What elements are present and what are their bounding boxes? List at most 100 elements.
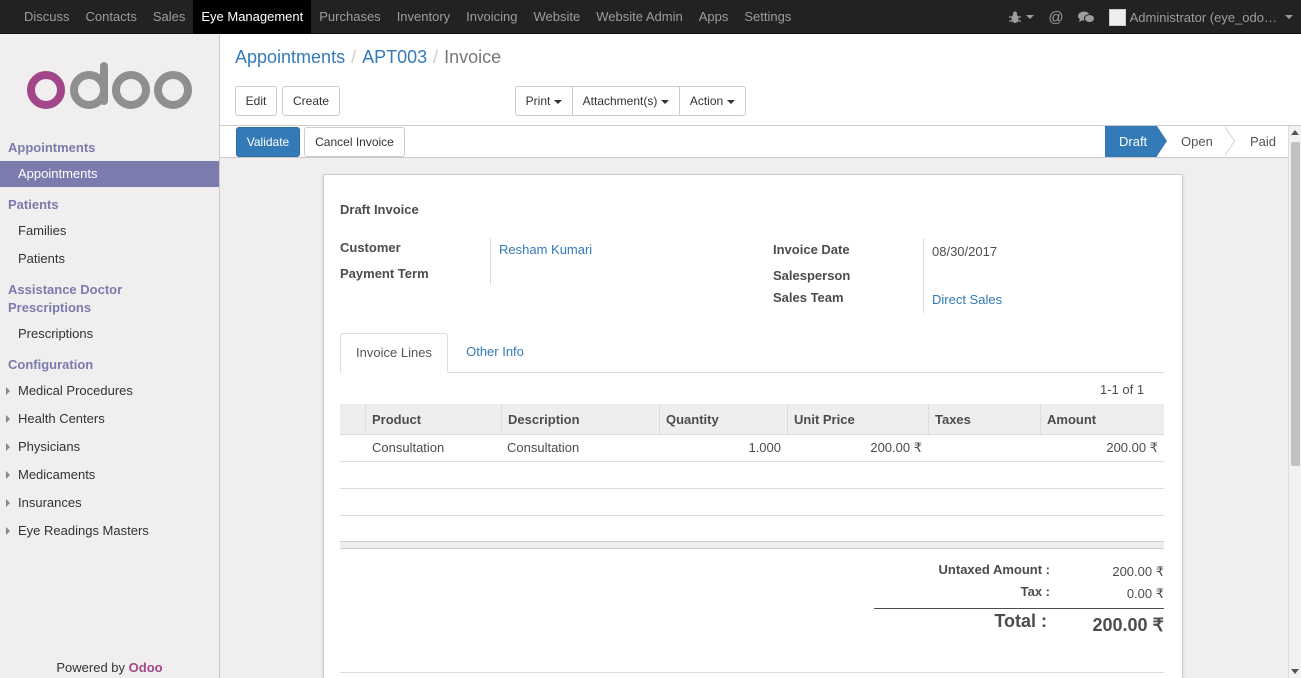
statusbar: Validate Cancel Invoice Draft Open Paid bbox=[220, 126, 1288, 158]
payment-term-label: Payment Term bbox=[340, 266, 429, 281]
payment-term-field[interactable] bbox=[499, 266, 749, 284]
stage-draft[interactable]: Draft bbox=[1105, 126, 1167, 157]
stage-label: Open bbox=[1181, 134, 1213, 149]
sales-team-field[interactable]: Direct Sales bbox=[932, 292, 1002, 307]
menu-website-admin[interactable]: Website Admin bbox=[588, 0, 690, 34]
menu-purchases[interactable]: Purchases bbox=[311, 0, 388, 34]
sidebar-item-appointments[interactable]: Appointments bbox=[0, 161, 219, 187]
menu-sales[interactable]: Sales bbox=[145, 0, 194, 34]
tab-other-info[interactable]: Other Info bbox=[448, 333, 542, 373]
tax-label: Tax : bbox=[1020, 584, 1050, 599]
action-dropdown[interactable]: Action bbox=[679, 86, 746, 116]
cancel-invoice-button[interactable]: Cancel Invoice bbox=[304, 127, 405, 157]
sidebar-item-health-centers[interactable]: Health Centers bbox=[0, 406, 219, 432]
customer-field[interactable]: Resham Kumari bbox=[499, 242, 592, 257]
breadcrumb-appointments[interactable]: Appointments bbox=[235, 47, 345, 68]
menu-inventory[interactable]: Inventory bbox=[389, 0, 458, 34]
scroll-up-icon[interactable] bbox=[1291, 130, 1299, 135]
cell-unit-price: 200.00 ₹ bbox=[870, 440, 922, 455]
status-pipeline: Draft Open Paid bbox=[1105, 126, 1288, 157]
menu-contacts[interactable]: Contacts bbox=[78, 0, 145, 34]
menu-website[interactable]: Website bbox=[525, 0, 588, 34]
cell-amount: 200.00 ₹ bbox=[1106, 440, 1158, 455]
attachments-label: Attachment(s) bbox=[582, 94, 658, 108]
scroll-thumb[interactable] bbox=[1291, 142, 1300, 466]
control-panel: Appointments / APT003 / Invoice Edit Cre… bbox=[220, 34, 1301, 126]
expand-triangle-icon bbox=[6, 527, 10, 535]
bottom-divider bbox=[340, 672, 1164, 673]
sidebar-item-eye-readings-masters[interactable]: Eye Readings Masters bbox=[0, 518, 219, 544]
cell-description: Consultation bbox=[507, 440, 580, 455]
validate-button[interactable]: Validate bbox=[236, 127, 300, 157]
menu-apps[interactable]: Apps bbox=[691, 0, 737, 34]
sales-team-label: Sales Team bbox=[773, 290, 844, 305]
sidebar-item-medical-procedures[interactable]: Medical Procedures bbox=[0, 378, 219, 404]
odoo-logo[interactable] bbox=[26, 62, 196, 118]
sidebar-section-patients: Patients bbox=[8, 197, 59, 212]
menu-discuss[interactable]: Discuss bbox=[16, 0, 78, 34]
chat-bubbles-icon[interactable] bbox=[1077, 11, 1095, 24]
sidebar-item-label: Insurances bbox=[18, 495, 82, 510]
menu-settings[interactable]: Settings bbox=[736, 0, 799, 34]
salesperson-label: Salesperson bbox=[773, 268, 851, 283]
total-label: Total : bbox=[994, 611, 1047, 631]
breadcrumb-separator: / bbox=[351, 47, 357, 67]
col-product[interactable]: Product bbox=[365, 404, 501, 435]
lines-table-header: Product Description Quantity Unit Price … bbox=[340, 404, 1164, 435]
sidebar-item-medicaments[interactable]: Medicaments bbox=[0, 462, 219, 488]
customer-label: Customer bbox=[340, 240, 401, 255]
table-row[interactable]: Consultation Consultation 1.000 200.00 ₹… bbox=[340, 435, 1164, 461]
col-taxes[interactable]: Taxes bbox=[928, 404, 1040, 435]
top-navbar: Discuss Contacts Sales Eye Management Pu… bbox=[0, 0, 1301, 34]
pager: 1-1 of 1 bbox=[1100, 382, 1145, 397]
sidebar-item-patients[interactable]: Patients bbox=[0, 246, 219, 272]
print-dropdown[interactable]: Print bbox=[515, 86, 573, 116]
cell-quantity: 1.000 bbox=[748, 440, 781, 455]
edit-button[interactable]: Edit bbox=[235, 86, 277, 116]
stage-open[interactable]: Open bbox=[1157, 126, 1235, 157]
field-divider bbox=[490, 238, 491, 285]
breadcrumb-record[interactable]: APT003 bbox=[362, 47, 427, 68]
sidebar-section-prescriptions: Assistance Doctor Prescriptions bbox=[8, 282, 123, 315]
menu-eye-management[interactable]: Eye Management bbox=[193, 0, 312, 34]
topbar-right: @ Administrator (eye_odo… bbox=[1009, 0, 1301, 34]
row-divider bbox=[340, 515, 1164, 516]
user-menu[interactable]: Administrator (eye_odo… bbox=[1108, 8, 1293, 26]
debug-bug-icon[interactable] bbox=[1009, 11, 1035, 24]
col-unit-price[interactable]: Unit Price bbox=[787, 404, 928, 435]
col-amount[interactable]: Amount bbox=[1040, 404, 1164, 435]
chevron-down-icon bbox=[1026, 15, 1035, 19]
mention-at-icon[interactable]: @ bbox=[1048, 9, 1063, 26]
untaxed-amount-value: 200.00 ₹ bbox=[1112, 564, 1164, 579]
create-button[interactable]: Create bbox=[282, 86, 340, 116]
sidebar-item-prescriptions[interactable]: Prescriptions bbox=[0, 321, 219, 347]
cell-product: Consultation bbox=[372, 440, 445, 455]
powered-by: Powered by Odoo bbox=[0, 660, 219, 675]
row-divider bbox=[340, 461, 1164, 462]
print-label: Print bbox=[525, 94, 551, 108]
sidebar-item-label: Medicaments bbox=[18, 467, 96, 482]
app-menu: Discuss Contacts Sales Eye Management Pu… bbox=[16, 0, 799, 34]
powered-by-odoo-link[interactable]: Odoo bbox=[129, 660, 163, 675]
menu-invoicing[interactable]: Invoicing bbox=[458, 0, 525, 34]
expand-triangle-icon bbox=[6, 415, 10, 423]
scroll-down-icon[interactable] bbox=[1291, 669, 1299, 674]
invoice-date-label: Invoice Date bbox=[773, 242, 850, 257]
sidebar-section-appointments: Appointments bbox=[8, 140, 96, 155]
col-quantity[interactable]: Quantity bbox=[659, 404, 787, 435]
sidebar-item-label: Eye Readings Masters bbox=[18, 523, 149, 538]
attachments-dropdown[interactable]: Attachment(s) bbox=[572, 86, 680, 116]
salesperson-field[interactable] bbox=[932, 268, 1162, 286]
col-description[interactable]: Description bbox=[501, 404, 659, 435]
avatar bbox=[1108, 8, 1126, 26]
breadcrumb-current: Invoice bbox=[444, 47, 502, 67]
invoice-date-field[interactable]: 08/30/2017 bbox=[932, 244, 997, 259]
sidebar-item-insurances[interactable]: Insurances bbox=[0, 490, 219, 516]
chevron-down-icon bbox=[661, 99, 670, 104]
content-scrollbar[interactable] bbox=[1288, 126, 1301, 678]
sidebar-item-families[interactable]: Families bbox=[0, 218, 219, 244]
sidebar: Appointments Appointments Patients Famil… bbox=[0, 34, 220, 678]
chevron-down-icon bbox=[554, 99, 563, 104]
tab-invoice-lines[interactable]: Invoice Lines bbox=[340, 333, 448, 373]
sidebar-item-physicians[interactable]: Physicians bbox=[0, 434, 219, 460]
